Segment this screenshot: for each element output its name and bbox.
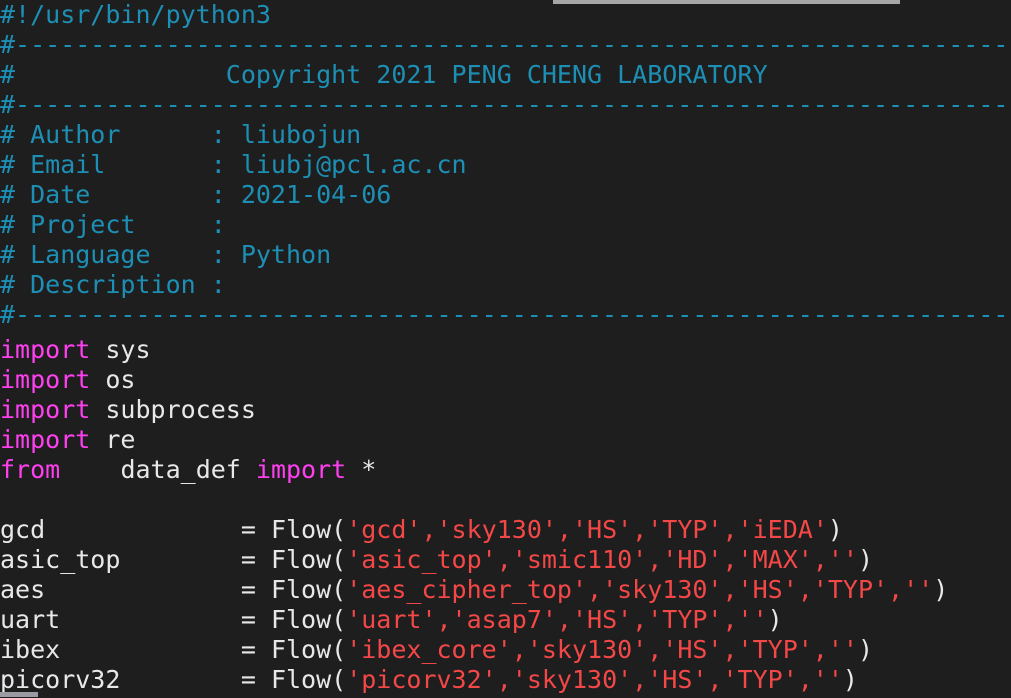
code-line-flow-uart: uart = Flow('uart','asap7','HS','TYP',''… [0, 605, 783, 635]
comment-rule-top: #---------------------------------------… [0, 30, 1011, 59]
paren-close: ) [933, 575, 949, 604]
assign-operator: = [240, 665, 271, 694]
code-line-flow-aes: aes = Flow('aes_cipher_top','sky130','HS… [0, 575, 948, 605]
code-line-flow-ibex: ibex = Flow('ibex_core','sky130','HS','T… [0, 635, 873, 665]
code-line-rule-mid: #---------------------------------------… [0, 90, 1011, 120]
import-keyword: import [0, 365, 91, 394]
assign-operator: = [240, 545, 271, 574]
flow-var-aes: aes [0, 575, 241, 604]
horizontal-scrollbar-top-thumb[interactable] [553, 0, 900, 4]
flow-var-asic-top: asic_top [0, 545, 241, 574]
code-line-rule-top: #---------------------------------------… [0, 30, 1011, 60]
import-keyword: import [255, 455, 347, 484]
flow-args-aes: 'aes_cipher_top','sky130','HS','TYP','' [346, 575, 934, 604]
flow-args-asic-top: 'asic_top','smic110','HD','MAX','' [346, 545, 858, 574]
import-keyword: import [0, 335, 91, 364]
code-line-import-sys: import sys [0, 335, 151, 365]
import-keyword: import [0, 425, 91, 454]
flow-args-gcd: 'gcd','sky130','HS','TYP','iEDA' [346, 515, 828, 544]
flow-constructor: Flow( [270, 575, 347, 604]
from-module-name: data_def [120, 455, 256, 484]
paren-close: ) [842, 665, 858, 694]
flow-args-picorv32: 'picorv32','sky130','HS','TYP','' [346, 665, 843, 694]
code-line-description: # Description : [0, 270, 226, 300]
paren-close: ) [767, 605, 783, 634]
code-line-language: # Language : Python [0, 240, 331, 270]
copyright-text: # Copyright 2021 PENG CHENG LABORATORY [0, 60, 768, 89]
from-keyword: from [0, 455, 61, 484]
assign-operator: = [240, 575, 271, 604]
flow-var-gcd: gcd [0, 515, 241, 544]
code-line-import-os: import os [0, 365, 135, 395]
code-line-rule-bottom: #---------------------------------------… [0, 300, 1011, 330]
paren-close: ) [857, 635, 874, 664]
project-text: # Project : [0, 210, 226, 239]
code-line-import-re: import re [0, 425, 135, 455]
import-module-sys: sys [90, 335, 151, 364]
comment-rule-mid: #---------------------------------------… [0, 90, 1011, 119]
code-line-author: # Author : liubojun [0, 120, 361, 150]
code-line-import-subprocess: import subprocess [0, 395, 256, 425]
flow-var-uart: uart [0, 605, 241, 634]
flow-constructor: Flow( [270, 515, 347, 544]
import-module-subprocess: subprocess [90, 395, 256, 424]
code-text-area[interactable]: #!/usr/bin/python3 #--------------------… [0, 0, 1011, 698]
flow-args-ibex: 'ibex_core','sky130','HS','TYP','' [346, 635, 858, 664]
code-line-copyright: # Copyright 2021 PENG CHENG LABORATORY [0, 60, 768, 90]
assign-operator: = [240, 515, 271, 544]
import-module-re: re [90, 425, 136, 454]
import-keyword: import [0, 395, 91, 424]
horizontal-scrollbar-bottom[interactable] [0, 692, 1011, 698]
code-editor-window: #!/usr/bin/python3 #--------------------… [0, 0, 1011, 698]
from-spacer [60, 455, 120, 484]
flow-var-ibex: ibex [0, 635, 241, 664]
code-line-project: # Project : [0, 210, 226, 240]
paren-close: ) [857, 545, 874, 574]
description-text: # Description : [0, 270, 226, 299]
code-line-flow-gcd: gcd = Flow('gcd','sky130','HS','TYP','iE… [0, 515, 843, 545]
language-text: # Language : Python [0, 240, 332, 269]
email-text: # Email : liubj@pcl.ac.cn [0, 150, 467, 179]
date-text: # Date : 2021-04-06 [0, 180, 392, 209]
flow-var-picorv32: picorv32 [0, 665, 241, 694]
comment-rule-bottom: #---------------------------------------… [0, 300, 1011, 329]
horizontal-scrollbar-top[interactable] [0, 0, 1011, 5]
code-line-flow-picorv32: picorv32 = Flow('picorv32','sky130','HS'… [0, 665, 858, 695]
flow-constructor: Flow( [270, 665, 347, 694]
code-line-email: # Email : liubj@pcl.ac.cn [0, 150, 467, 180]
import-wildcard: * [346, 455, 377, 484]
code-line-flow-asic-top: asic_top = Flow('asic_top','smic110','HD… [0, 545, 873, 575]
paren-close: ) [827, 515, 843, 544]
assign-operator: = [240, 635, 271, 664]
flow-constructor: Flow( [270, 635, 347, 664]
horizontal-scrollbar-bottom-thumb[interactable] [0, 692, 38, 697]
code-line-from-import: from data_def import * [0, 455, 376, 485]
flow-constructor: Flow( [270, 605, 347, 634]
author-text: # Author : liubojun [0, 120, 362, 149]
import-module-os: os [90, 365, 136, 394]
flow-constructor: Flow( [270, 545, 347, 574]
flow-args-uart: 'uart','asap7','HS','TYP','' [346, 605, 768, 634]
assign-operator: = [240, 605, 271, 634]
code-line-date: # Date : 2021-04-06 [0, 180, 391, 210]
